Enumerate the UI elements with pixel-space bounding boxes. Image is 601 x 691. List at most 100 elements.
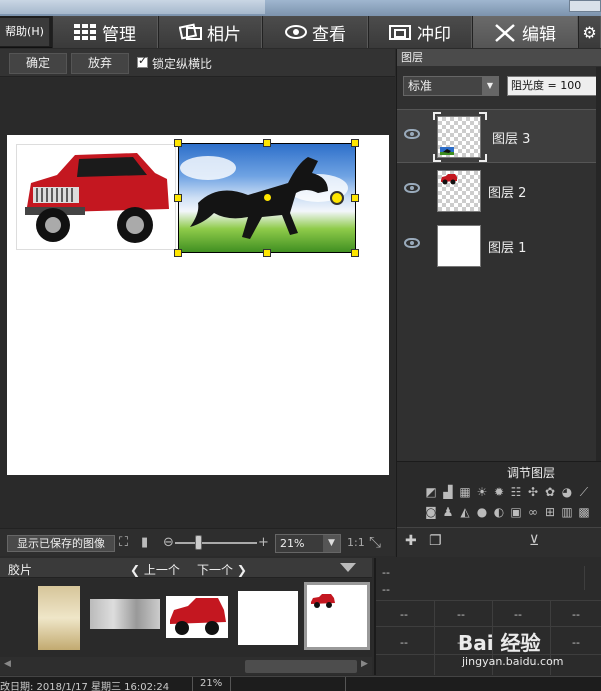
info-cell: -- [514,608,522,621]
layer-row-3[interactable]: 图层 3 [397,109,601,163]
film-thumbnail[interactable] [166,596,228,638]
zoom-select[interactable]: 21% ▼ [275,534,341,553]
resize-handle-bottom[interactable] [263,249,271,257]
invert-icon[interactable]: ◐ [491,504,507,520]
zoom-out-icon[interactable]: ⊖ [163,535,174,550]
resize-handle-left[interactable] [174,194,182,202]
info-cell: -- [382,566,390,579]
scroll-right-icon[interactable]: ▶ [361,659,368,669]
info-cell: -- [572,636,580,649]
curves-icon[interactable]: ▦ [457,484,473,500]
tab-more[interactable]: ⚙ [578,16,601,48]
color-balance-icon[interactable]: ✣ [525,484,541,500]
expand-icon[interactable]: ⤡ [369,533,381,551]
opacity-field[interactable]: 阻光度 = 100 [507,76,601,96]
glasses-icon[interactable]: ∞ [525,504,541,520]
previous-label: 上一个 [143,563,180,577]
editing-workspace [0,78,395,528]
eye-icon [284,23,307,41]
photos-icon [178,23,202,41]
resize-handle-bottom-right[interactable] [351,249,359,257]
image-icon[interactable]: ▩ [576,504,592,520]
fit-screen-icon[interactable]: ⛶ [119,535,128,550]
zoom-slider-knob[interactable] [195,535,202,550]
tab-label: 冲印 [417,24,451,45]
photo-filter-icon[interactable]: ▣ [508,504,524,520]
modified-date: 改日期: 2018/1/17 星期三 16:02:24 [0,682,170,691]
gradient-icon[interactable]: ▥ [559,504,575,520]
drop-icon[interactable]: ● [474,504,490,520]
portrait-icon[interactable]: ♟ [440,504,456,520]
image-canvas[interactable] [7,135,389,475]
filmstrip-scrollbar[interactable]: ◀ ▶ [0,657,372,675]
layer-row-2[interactable]: 图层 2 [397,164,601,218]
eye-icon[interactable] [404,183,420,193]
contrast-icon[interactable]: ✹ [491,484,507,500]
camera-icon[interactable]: ◙ [423,504,439,520]
brush-icon[interactable]: ⟋ [576,484,592,500]
discard-button[interactable]: 放弃 [71,53,129,74]
previous-button[interactable]: ❮ 上一个 [130,561,180,578]
tab-edit[interactable]: 编辑 [472,16,578,48]
resize-handle-right[interactable] [351,194,359,202]
title-area [0,0,265,14]
tone-icon[interactable]: ◭ [457,504,473,520]
duplicate-layer-icon[interactable]: ❐ [429,533,442,549]
layers-scrollbar[interactable] [596,67,601,461]
tab-label: 查看 [312,24,346,45]
lock-ratio-checkbox[interactable] [137,54,148,68]
confirm-button[interactable]: 确定 [9,53,67,74]
zoom-slider-track[interactable] [175,542,257,544]
help-menu[interactable]: 帮助(H) [0,18,50,46]
tab-view[interactable]: 查看 [262,16,368,48]
actual-size-button[interactable]: 1:1 [347,536,365,549]
layer-row-1[interactable]: 图层 1 [397,219,601,273]
window-control-button[interactable] [569,0,601,12]
edit-tools-icon [494,23,516,42]
film-thumbnail[interactable] [90,599,160,629]
tab-label: 编辑 [522,24,556,45]
scroll-left-icon[interactable]: ◀ [4,659,11,669]
layer-thumbnail [437,116,481,158]
film-thumbnail[interactable] [38,586,80,650]
car-image-layer[interactable] [16,144,176,250]
eye-icon[interactable] [404,238,420,248]
brightness-icon[interactable]: ☀ [474,484,490,500]
levels-icon[interactable]: ◩ [423,484,439,500]
center-point-handle[interactable] [264,194,271,201]
next-button[interactable]: 下一个 ❯ [197,561,247,578]
zoom-bar: 显示已保存的图像 ⛶ ▮ ⊖ + 21% ▼ 1:1 ⤡ [0,528,395,556]
tab-photos[interactable]: 相片 [158,16,262,48]
rotate-handle[interactable] [330,191,344,205]
resize-handle-bottom-left[interactable] [174,249,182,257]
info-cell: -- [382,583,390,596]
resize-handle-top-right[interactable] [351,139,359,147]
histogram-icon[interactable]: ▮ [141,535,148,550]
layer-thumbnail [437,170,481,212]
layer-name: 图层 2 [488,186,527,201]
zoom-in-icon[interactable]: + [258,535,269,550]
film-thumbnail-selected[interactable] [304,582,370,650]
tab-manage[interactable]: 管理 [52,16,158,48]
hue-icon[interactable]: ✿ [542,484,558,500]
eye-icon[interactable] [404,129,420,139]
add-layer-icon[interactable]: ✚ [405,533,417,549]
filmstrip-title: 胶片 [8,563,33,577]
resize-handle-top-left[interactable] [174,139,182,147]
merge-down-icon[interactable]: ⊻ [529,533,539,549]
histogram-icon[interactable]: ▟ [440,484,456,500]
posterize-icon[interactable]: ⊞ [542,504,558,520]
sliders-icon[interactable]: ☷ [508,484,524,500]
collapse-triangle-icon[interactable] [340,563,356,572]
window-title-strip [0,0,601,16]
blend-mode-select[interactable]: 标准 ▼ [403,76,499,96]
saturation-icon[interactable]: ◕ [559,484,575,500]
tab-print[interactable]: 冲印 [368,16,472,48]
scrollbar-thumb[interactable] [245,660,357,673]
show-saved-image-button[interactable]: 显示已保存的图像 [7,535,115,552]
tab-label: 相片 [207,24,241,45]
film-thumbnail[interactable] [238,591,298,645]
blend-mode-value: 标准 [408,79,433,93]
resize-handle-top[interactable] [263,139,271,147]
info-cell: -- [457,608,465,621]
